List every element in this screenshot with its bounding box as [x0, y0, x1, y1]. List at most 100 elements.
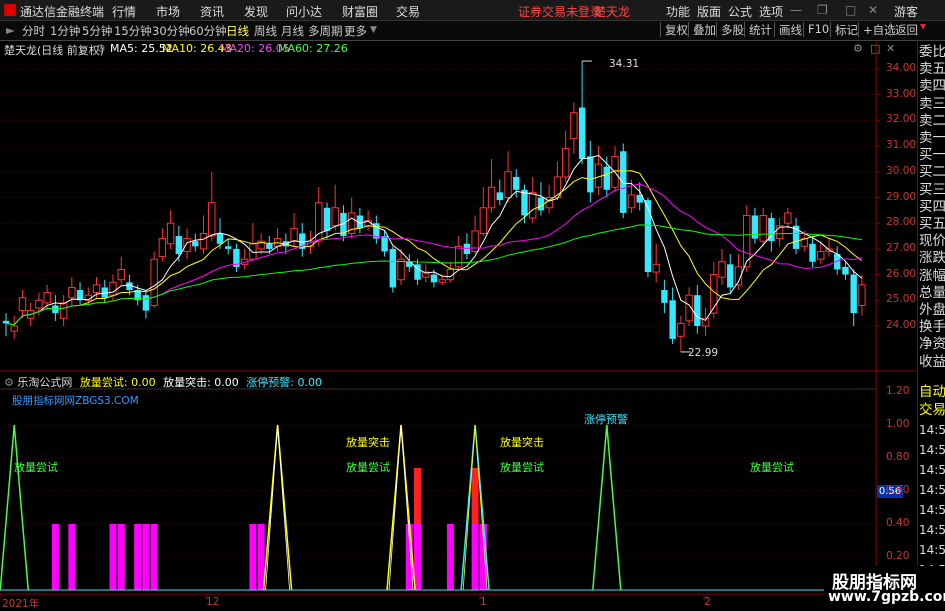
- candle-body: [225, 246, 232, 249]
- auto-trade-label[interactable]: 交易: [919, 401, 945, 419]
- indicator-value-1: 放量尝试: 0.00: [79, 376, 156, 389]
- indicator-tick-label: 0.20: [886, 550, 910, 562]
- quote-field-label: 委比: [919, 44, 945, 60]
- candle-body: [150, 258, 158, 306]
- indicator-tick-label: 0.40: [886, 517, 910, 529]
- quote-field-label: 买三: [919, 181, 945, 198]
- candle-body: [438, 279, 446, 283]
- trade-time: 14:56: [919, 483, 945, 497]
- indicator-bar-magenta: [150, 524, 158, 590]
- indicator-source-link[interactable]: 股朋指标网网ZBGS3.COM: [12, 393, 139, 408]
- signal-label-4: 放量突击: [500, 436, 544, 449]
- indicator-bar-magenta: [471, 524, 479, 590]
- price-tick-label: 24.00: [886, 319, 917, 331]
- candle-body: [323, 207, 331, 231]
- quote-field-label: 涨跌: [919, 250, 945, 267]
- candle-body: [727, 264, 734, 288]
- candle-body: [487, 186, 496, 209]
- indicator-bar-magenta: [414, 524, 421, 590]
- price-tick-label: 28.00: [886, 216, 917, 229]
- indicator-value-3: 涨停预警: 0.00: [246, 376, 322, 389]
- indicator-bar-magenta: [249, 524, 257, 590]
- indicator-settings-icon[interactable]: ⚙: [4, 376, 14, 389]
- quote-field-label: 卖三: [919, 95, 945, 112]
- candle-body: [35, 299, 43, 309]
- chart-canvas[interactable]: [0, 0, 917, 609]
- price-tick-label: 30.00: [886, 164, 917, 177]
- trade-time: 14:56: [919, 523, 945, 537]
- indicator-tick-label: 1.20: [886, 385, 910, 397]
- candle-body: [759, 214, 767, 242]
- candle-body: [817, 250, 825, 260]
- candle-body: [454, 245, 463, 268]
- price-tick-label: 33.00: [886, 87, 917, 100]
- quote-field-label: 买一: [919, 147, 945, 164]
- candle-body: [751, 215, 759, 239]
- quote-field-label: 换手: [919, 319, 945, 336]
- candle-body: [216, 233, 224, 244]
- indicator-bar-magenta: [257, 524, 265, 590]
- quote-field-label: 净资: [919, 336, 945, 353]
- quote-field-label: 涨幅: [919, 267, 945, 284]
- candle-body: [59, 302, 68, 319]
- quote-field-label: 卖二: [919, 112, 945, 129]
- candle-body: [175, 236, 183, 255]
- candle-body: [587, 156, 594, 193]
- price-tick-label: 27.00: [886, 241, 917, 254]
- candle-body: [718, 261, 726, 278]
- candle-body: [644, 200, 652, 273]
- indicator-bar-magenta: [51, 524, 59, 590]
- indicator-title: 乐淘公式网: [17, 376, 73, 389]
- candle-body: [652, 263, 660, 273]
- candle-body: [809, 243, 816, 262]
- ma10-line: [5, 170, 863, 326]
- candle-body: [183, 238, 191, 252]
- candle-body: [784, 212, 792, 224]
- watermark-url: www.7gpzb.com: [828, 589, 945, 605]
- price-tick-label: 32.00: [886, 113, 917, 126]
- price-tick-label: 29.00: [886, 190, 917, 203]
- candle-body: [142, 295, 150, 311]
- candle-body: [504, 171, 512, 199]
- candle-body: [18, 297, 27, 312]
- price-tick-label: 31.00: [886, 139, 917, 152]
- auto-trade-label[interactable]: 自动: [919, 383, 945, 401]
- candle-body: [68, 286, 76, 299]
- signal-label-2: 放量突击: [346, 436, 390, 449]
- indicator-tick-label: 1.00: [886, 418, 910, 430]
- trade-time: 14:56: [919, 503, 945, 517]
- candle-body: [594, 163, 603, 188]
- quote-field-label: 卖一: [919, 130, 945, 146]
- candle-body: [694, 295, 701, 326]
- candle-body: [166, 222, 175, 245]
- low-price-label: 22.99: [688, 347, 719, 359]
- candle-body: [570, 112, 578, 139]
- quote-field-label: 买五: [919, 216, 945, 232]
- ma20-line: [5, 183, 863, 326]
- trade-time: 14:56: [919, 443, 945, 457]
- candle-body: [43, 292, 51, 304]
- candle-body: [290, 227, 298, 242]
- quote-field-label: 卖四: [919, 78, 945, 95]
- panel-corner-mark: ▼: [920, 22, 927, 31]
- indicator-bar-magenta: [446, 524, 454, 590]
- indicator-value-2: 放量突击: 0.00: [163, 376, 239, 389]
- indicator-bar-magenta: [68, 524, 76, 590]
- candle-body: [620, 151, 627, 213]
- indicator-tick-label: 0.60: [886, 484, 910, 496]
- quote-field-label: 买二: [919, 164, 945, 181]
- quote-field-label: 现价: [919, 233, 945, 250]
- candle-body: [389, 248, 397, 288]
- quote-field-label: 卖五: [919, 61, 945, 78]
- x-label-feb: 2: [704, 596, 711, 608]
- candle-body: [331, 207, 339, 227]
- candle-body: [669, 300, 676, 339]
- candle-body: [117, 268, 125, 281]
- price-tick-label: 34.00: [886, 62, 917, 74]
- candle-body: [850, 274, 857, 314]
- quote-field-label: 买四: [919, 198, 945, 215]
- indicator-signal-spike: [0, 424, 29, 591]
- indicator-bar-magenta: [134, 524, 142, 590]
- candle-body: [627, 194, 636, 209]
- price-tick-label: 25.00: [886, 293, 917, 306]
